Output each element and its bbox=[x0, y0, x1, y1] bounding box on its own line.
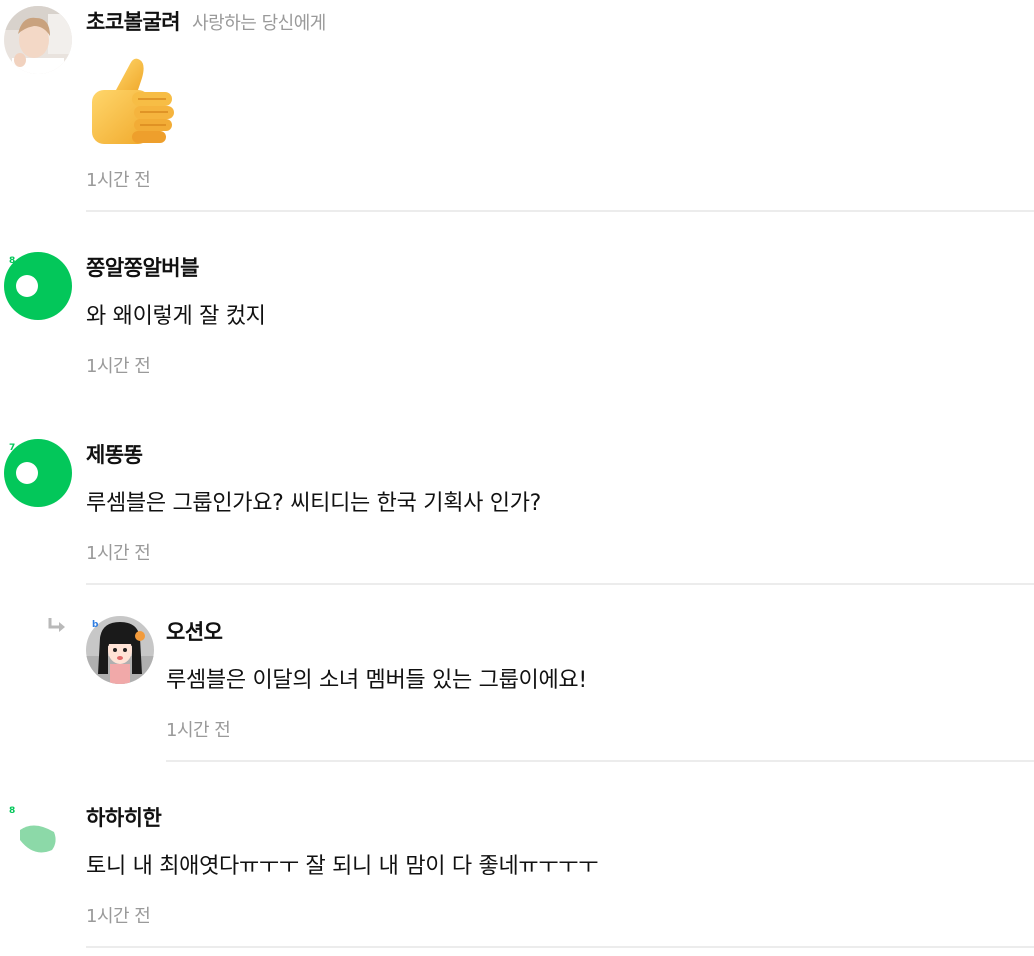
nickname[interactable]: 제똥똥 bbox=[86, 443, 143, 467]
comment-item: 초코볼굴려 사랑하는 당신에게 1시간 전 bbox=[0, 0, 1034, 213]
level-badge: 8 bbox=[9, 806, 16, 816]
avatar[interactable]: b bbox=[86, 616, 154, 684]
level-badge: 8 bbox=[9, 256, 16, 266]
nickname[interactable]: 하하히한 bbox=[86, 806, 162, 830]
timestamp: 1시간 전 bbox=[86, 356, 151, 377]
nickname[interactable]: 쫑알쫑알버블 bbox=[86, 256, 199, 280]
nickname[interactable]: 오션오 bbox=[166, 620, 223, 644]
avatar[interactable]: 8 bbox=[4, 252, 72, 320]
comment-item: 7 제똥똥 루셈블은 그룹인가요? 씨티디는 한국 기획사 인가? 1시간 전 bbox=[0, 433, 1034, 585]
reply-item: b 오션오 루셈블은 이달의 소녀 멤버들 있는 그룹이에요! 1시간 전 bbox=[0, 612, 1034, 764]
nickname[interactable]: 초코볼굴려 bbox=[86, 10, 181, 34]
avatar-photo bbox=[4, 6, 72, 74]
timestamp: 1시간 전 bbox=[166, 720, 231, 741]
timestamp: 1시간 전 bbox=[86, 543, 151, 564]
thumbs-up-icon bbox=[86, 52, 180, 148]
reply-target[interactable]: 사랑하는 당신에게 bbox=[192, 13, 326, 34]
reply-arrow-icon bbox=[48, 618, 65, 632]
divider bbox=[86, 210, 1034, 212]
divider bbox=[166, 760, 1034, 762]
timestamp: 1시간 전 bbox=[86, 906, 151, 927]
comment-text: 루셈블은 이달의 소녀 멤버들 있는 그룹이에요! bbox=[166, 668, 587, 693]
avatar[interactable] bbox=[4, 6, 72, 74]
comment-item: 8 하하히한 토니 내 최애엿다ㅠㅜㅜ 잘 되니 내 맘이 다 좋네ㅠㅜㅜㅜ 1… bbox=[0, 796, 1034, 956]
divider bbox=[86, 946, 1034, 948]
comment-text: 와 왜이렇게 잘 컸지 bbox=[86, 304, 266, 329]
divider bbox=[86, 583, 1034, 585]
avatar[interactable]: 7 bbox=[4, 439, 72, 507]
comment-text: 토니 내 최애엿다ㅠㅜㅜ 잘 되니 내 맘이 다 좋네ㅠㅜㅜㅜ bbox=[86, 854, 599, 879]
timestamp: 1시간 전 bbox=[86, 170, 151, 191]
avatar[interactable]: 8 bbox=[4, 802, 72, 870]
comment-item: 8 쫑알쫑알버블 와 왜이렇게 잘 컸지 1시간 전 bbox=[0, 246, 1034, 398]
level-badge: b bbox=[92, 620, 99, 630]
comment-text: 루셈블은 그룹인가요? 씨티디는 한국 기획사 인가? bbox=[86, 491, 542, 516]
level-badge: 7 bbox=[9, 443, 16, 453]
